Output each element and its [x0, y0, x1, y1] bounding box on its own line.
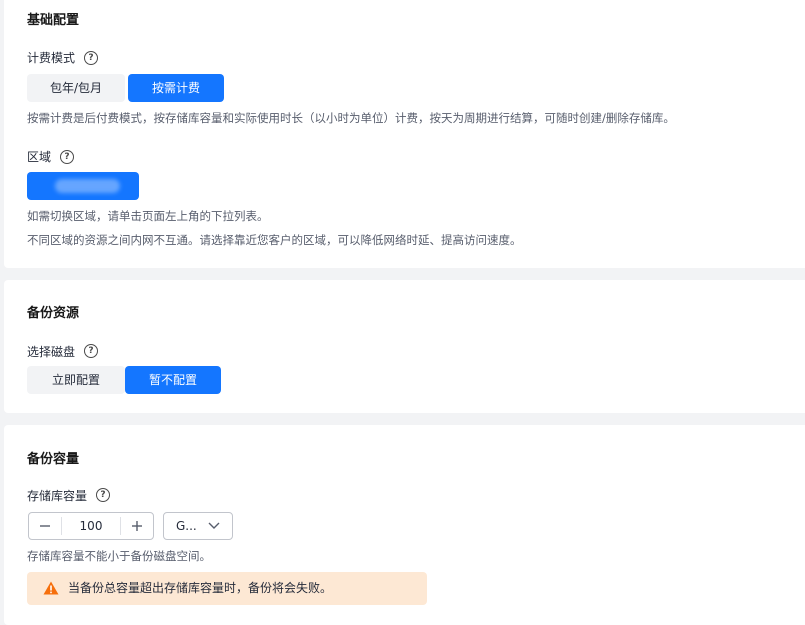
- backup-capacity-card: 备份容量 存储库容量 ? 100 G... 存储库容量不能小于备份磁盘空间。 当…: [4, 425, 805, 625]
- capacity-unit-value: G...: [176, 519, 197, 533]
- capacity-stepper: 100: [28, 512, 154, 540]
- region-hint-1: 如需切换区域，请单击页面左上角的下拉列表。: [27, 209, 269, 223]
- capacity-warning-text: 当备份总容量超出存储库容量时，备份将会失败。: [68, 581, 333, 595]
- decrease-button[interactable]: [29, 513, 61, 539]
- basic-config-card: 基础配置 计费模式 ? 包年/包月 按需计费 按需计费是后付费模式，按存储库容量…: [4, 0, 805, 268]
- select-disk-label: 选择磁盘: [27, 345, 76, 359]
- disk-help-icon[interactable]: ?: [84, 344, 98, 358]
- billing-help-icon[interactable]: ?: [84, 51, 98, 65]
- increase-button[interactable]: [121, 513, 153, 539]
- section-title-basic: 基础配置: [27, 13, 80, 28]
- billing-option-pay-per-use[interactable]: 按需计费: [128, 74, 224, 102]
- chevron-down-icon: [208, 522, 220, 529]
- billing-option-yearly-monthly[interactable]: 包年/包月: [27, 74, 125, 102]
- capacity-hint: 存储库容量不能小于备份磁盘空间。: [27, 549, 211, 563]
- region-value-redacted: [55, 179, 120, 193]
- minus-icon: [40, 525, 50, 527]
- billing-mode-label: 计费模式: [27, 51, 76, 65]
- capacity-unit-select[interactable]: G...: [163, 512, 233, 540]
- disk-option-configure-now[interactable]: 立即配置: [27, 366, 125, 394]
- capacity-help-icon[interactable]: ?: [96, 488, 110, 502]
- backup-resource-card: 备份资源 选择磁盘 ? 立即配置 暂不配置: [4, 280, 805, 413]
- warning-icon: [43, 581, 59, 595]
- region-label: 区域: [27, 150, 52, 164]
- region-select[interactable]: [27, 172, 139, 200]
- disk-option-skip[interactable]: 暂不配置: [125, 366, 221, 394]
- section-title-capacity: 备份容量: [27, 452, 80, 467]
- plus-icon: [132, 521, 142, 531]
- billing-hint: 按需计费是后付费模式，按存储库容量和实际使用时长（以小时为单位）计费，按天为周期…: [27, 111, 675, 125]
- capacity-value-input[interactable]: 100: [61, 517, 121, 535]
- vault-capacity-label: 存储库容量: [27, 489, 88, 503]
- region-hint-2: 不同区域的资源之间内网不互通。请选择靠近您客户的区域，可以降低网络时延、提高访问…: [27, 233, 522, 247]
- section-title-backup: 备份资源: [27, 306, 80, 321]
- region-help-icon[interactable]: ?: [60, 150, 74, 164]
- capacity-warning-banner: 当备份总容量超出存储库容量时，备份将会失败。: [27, 572, 427, 605]
